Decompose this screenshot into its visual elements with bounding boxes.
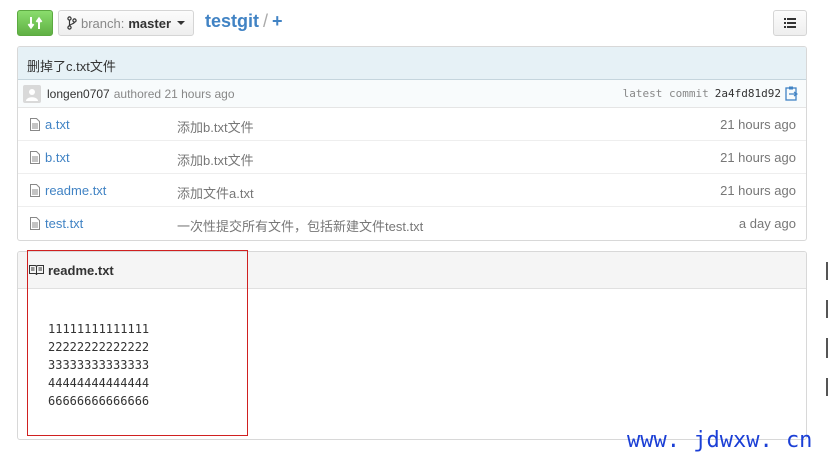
list-view-button[interactable] <box>773 10 807 36</box>
file-table: 删掉了c.txt文件 longen0707 authored 21 hours … <box>17 46 807 241</box>
file-commit-message[interactable]: 添加b.txt文件 <box>177 150 254 169</box>
file-age: 21 hours ago <box>720 117 796 132</box>
readme-line: 44444444444444 <box>48 376 150 390</box>
breadcrumb-separator: / <box>263 11 269 31</box>
table-row: readme.txt 添加文件a.txt 21 hours ago <box>18 174 806 207</box>
file-age: a day ago <box>738 216 796 231</box>
file-age: 21 hours ago <box>720 150 796 165</box>
commit-time: authored 21 hours ago <box>113 86 235 101</box>
commit-meta: longen0707 authored 21 hours ago latest … <box>18 80 806 108</box>
avatar-icon <box>26 88 38 101</box>
file-icon <box>30 151 40 164</box>
file-commit-message[interactable]: 一次性提交所有文件，包括新建文件test.txt <box>177 216 423 235</box>
file-name[interactable]: test.txt <box>45 216 83 231</box>
repo-link[interactable]: testgit <box>205 11 259 31</box>
file-name[interactable]: readme.txt <box>45 183 106 198</box>
file-commit-message[interactable]: 添加b.txt文件 <box>177 117 254 136</box>
branch-icon <box>67 16 77 30</box>
latest-commit-label: latest commit <box>622 87 709 100</box>
commit-message[interactable]: 删掉了c.txt文件 <box>18 47 806 80</box>
branch-name: master <box>128 15 172 31</box>
latest-commit: latest commit 2a4fd81d92 <box>623 86 798 101</box>
branch-label: branch: <box>81 15 125 31</box>
file-commit-message[interactable]: 添加文件a.txt <box>177 183 254 202</box>
breadcrumb: testgit / + <box>205 11 283 32</box>
file-name[interactable]: b.txt <box>45 150 70 165</box>
file-icon <box>30 217 40 230</box>
readme-line: 11111111111111 <box>48 322 150 336</box>
table-row: test.txt 一次性提交所有文件，包括新建文件test.txt a day … <box>18 207 806 240</box>
chevron-down-icon <box>177 21 186 25</box>
readme-panel: readme.txt 11111111111111 22222222222222… <box>17 251 807 440</box>
table-row: a.txt 添加b.txt文件 21 hours ago <box>18 108 806 141</box>
avatar[interactable] <box>23 84 41 103</box>
watermark: www. jdwxw. cn <box>627 428 813 453</box>
compare-button[interactable] <box>17 10 53 36</box>
commit-sha[interactable]: 2a4fd81d92 <box>715 87 781 100</box>
readme-line: 22222222222222 <box>48 340 150 354</box>
compare-icon <box>27 16 43 30</box>
add-file-button[interactable]: + <box>272 11 283 31</box>
clipboard-icon[interactable] <box>785 86 798 101</box>
file-name[interactable]: a.txt <box>45 117 70 132</box>
readme-content: 11111111111111 22222222222222 3333333333… <box>18 289 806 410</box>
readme-title: readme.txt <box>48 262 114 278</box>
file-icon <box>30 184 40 197</box>
list-icon <box>784 18 796 28</box>
book-icon <box>29 265 44 276</box>
table-row: b.txt 添加b.txt文件 21 hours ago <box>18 141 806 174</box>
readme-line: 33333333333333 <box>48 358 150 372</box>
readme-header: readme.txt <box>18 252 806 289</box>
readme-line: 66666666666666 <box>48 394 150 408</box>
branch-selector[interactable]: branch: master <box>58 10 194 36</box>
commit-author[interactable]: longen0707 <box>47 87 110 101</box>
file-age: 21 hours ago <box>720 183 796 198</box>
file-icon <box>30 118 40 131</box>
